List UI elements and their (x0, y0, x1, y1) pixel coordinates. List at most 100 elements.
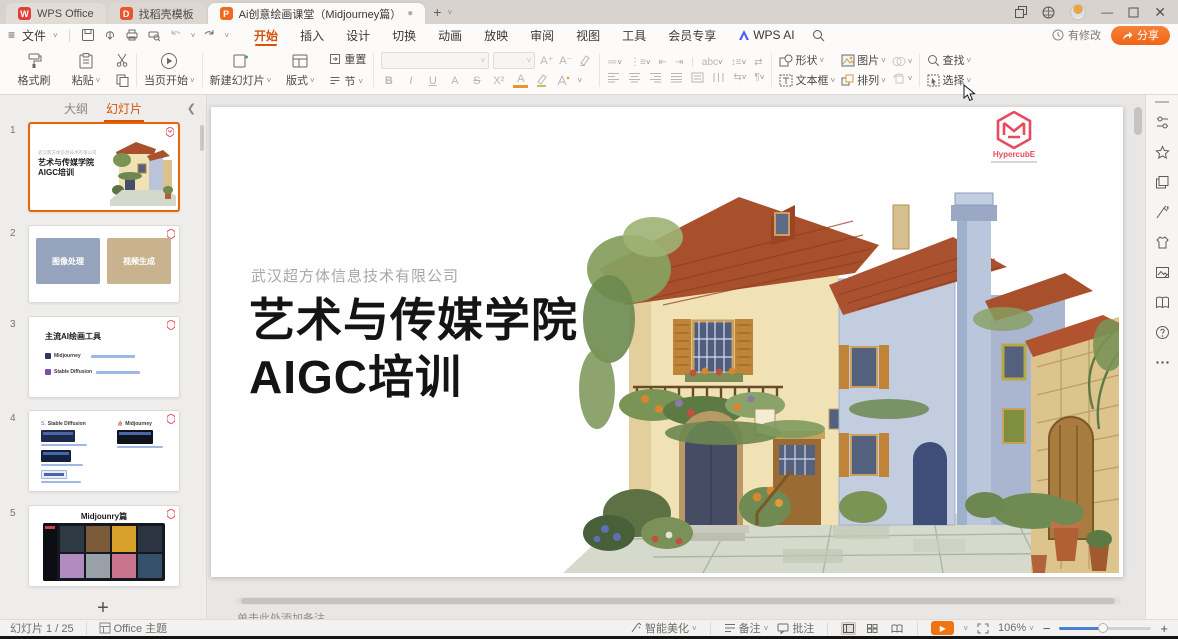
tab-wps-office[interactable]: W WPS Office (6, 3, 106, 24)
share-button[interactable]: 分享 (1111, 26, 1170, 45)
file-menu[interactable]: 文件 (22, 27, 46, 44)
minimize-button[interactable]: — (1101, 6, 1113, 18)
tab-insert[interactable]: 插入 (289, 24, 335, 46)
tab-member[interactable]: 会员专享 (657, 24, 727, 46)
paragraph-settings-icon[interactable]: ¶˅ (754, 72, 764, 83)
smart-beautify-icon[interactable] (1146, 197, 1178, 227)
save-icon[interactable] (81, 28, 96, 43)
columns-icon[interactable] (712, 72, 725, 83)
notes-button[interactable]: 备注˅ (724, 620, 769, 636)
increase-font-icon[interactable]: A⁺ (539, 54, 554, 67)
merge-shapes-icon[interactable]: ˅ (892, 55, 913, 68)
smart-beautify-button[interactable]: 智能美化˅ (630, 620, 697, 636)
object-properties-icon[interactable] (1146, 107, 1178, 137)
picture-button[interactable]: 图片˅ (841, 52, 886, 68)
arrange-button[interactable]: 排列˅ (841, 72, 886, 88)
slide-sorter-view-button[interactable] (865, 622, 880, 635)
increase-indent-icon[interactable]: ⇥ (675, 57, 683, 68)
print-icon[interactable] (125, 28, 140, 43)
paste-button[interactable]: 粘贴˅ (63, 49, 109, 91)
play-options-chevron-icon[interactable]: ˅ (963, 624, 968, 633)
line-spacing-icon[interactable]: ↕≡˅ (731, 57, 747, 68)
more-options-icon[interactable] (1146, 347, 1178, 377)
material-library-icon[interactable] (1146, 227, 1178, 257)
find-button[interactable]: 查找˅ (927, 52, 971, 68)
file-menu-chevron-icon[interactable]: ˅ (53, 31, 58, 40)
zoom-in-button[interactable]: + (1160, 621, 1168, 636)
redo-icon[interactable] (202, 28, 217, 43)
strikethrough-button[interactable]: S (469, 75, 484, 87)
export-icon[interactable] (103, 28, 118, 43)
tab-home[interactable]: 开始 (243, 24, 289, 46)
user-avatar[interactable] (1070, 4, 1086, 20)
search-icon[interactable] (812, 29, 825, 42)
rotate-icon[interactable]: ˅ (892, 72, 913, 85)
slides-tab[interactable]: 幻灯片 (106, 100, 142, 117)
italic-button[interactable]: I (403, 75, 418, 87)
undo-icon[interactable] (169, 28, 184, 43)
vertical-scrollbar-thumb[interactable] (1134, 107, 1142, 135)
decrease-indent-icon[interactable]: ⇤ (659, 57, 667, 68)
slide-thumbnail-4[interactable]: S.Stable Diffusion ⛵Midjourney (28, 410, 180, 492)
panel-scrollbar-thumb[interactable] (200, 125, 204, 151)
align-left-icon[interactable] (607, 72, 620, 83)
tab-list-chevron-icon[interactable]: ˅ (447, 8, 452, 17)
tab-tools[interactable]: 工具 (611, 24, 657, 46)
highlight-color-icon[interactable] (535, 74, 549, 87)
comments-button[interactable]: 批注 (777, 620, 814, 636)
horizontal-scrollbar-thumb[interactable] (241, 598, 1115, 604)
align-right-icon[interactable] (649, 72, 662, 83)
paragraph-mark-icon[interactable]: ⇄ (754, 57, 762, 68)
tab-transition[interactable]: 切换 (381, 24, 427, 46)
layout-button[interactable]: 版式˅ (277, 49, 323, 91)
font-size-select[interactable]: ˅ (493, 52, 535, 69)
horizontal-scrollbar[interactable] (235, 597, 1121, 605)
zoom-slider[interactable] (1059, 627, 1151, 630)
multi-window-icon[interactable] (1015, 6, 1027, 18)
outline-tab[interactable]: 大纲 (64, 100, 88, 117)
tab-animation[interactable]: 动画 (427, 24, 473, 46)
char-border-button[interactable]: A (447, 75, 462, 87)
new-slide-button[interactable]: 新建幻灯片˅ (210, 49, 272, 91)
cut-icon[interactable] (115, 53, 129, 67)
format-painter-button[interactable]: 格式刷 (11, 49, 57, 91)
numbering-icon[interactable]: ⋮≡˅ (630, 57, 651, 68)
theme-indicator[interactable]: Office 主题 (99, 620, 168, 636)
tab-current-document[interactable]: P Ai创意绘画课堂（Midjourney篇） ● (208, 3, 426, 24)
shape-library-icon[interactable] (1146, 167, 1178, 197)
theme-globe-icon[interactable] (1042, 6, 1055, 19)
text-effects-icon[interactable] (556, 74, 570, 87)
print-preview-icon[interactable] (147, 28, 162, 43)
distribute-icon[interactable] (691, 72, 704, 83)
slide-company-text[interactable]: 武汉超方体信息技术有限公司 (251, 265, 459, 286)
bold-button[interactable]: B (381, 75, 396, 87)
clear-format-icon[interactable] (577, 54, 592, 67)
text-direction-icon[interactable]: abc˅ (702, 57, 723, 68)
zoom-out-button[interactable]: − (1043, 621, 1051, 636)
section-button[interactable]: 节˅ (329, 73, 366, 89)
help-icon[interactable] (1146, 317, 1178, 347)
align-center-icon[interactable] (628, 72, 641, 83)
add-slide-button[interactable]: + (0, 597, 206, 620)
hamburger-icon[interactable]: ≡ (8, 28, 15, 42)
tab-view[interactable]: 视图 (565, 24, 611, 46)
slide-thumbnail-3[interactable]: 主流AI绘画工具 Midjourney Stable Diffusion (28, 316, 180, 398)
slide-title-text[interactable]: 艺术与传媒学院 AIGC培训 (249, 292, 578, 406)
slide-thumbnail-1[interactable]: 武汉超方体信息技术有限公司 艺术与传媒学院 AIGC培训 (28, 122, 180, 212)
bullets-icon[interactable]: ≔˅ (607, 57, 622, 68)
rail-scrollbar-thumb[interactable] (1155, 101, 1169, 103)
new-tab-button[interactable]: + (433, 4, 441, 20)
underline-button[interactable]: U (425, 75, 440, 87)
copy-icon[interactable] (115, 73, 129, 87)
modified-status[interactable]: 有修改 (1052, 27, 1101, 43)
tab-design[interactable]: 设计 (335, 24, 381, 46)
font-family-select[interactable]: ˅ (381, 52, 489, 69)
fit-slide-button[interactable] (977, 623, 989, 634)
undo-chevron-icon[interactable]: ˅ (191, 31, 196, 40)
notebook-icon[interactable] (1146, 287, 1178, 317)
slide-thumbnail-2[interactable]: 图像处理 视频生成 (28, 225, 180, 303)
image-edit-icon[interactable] (1146, 257, 1178, 287)
justify-icon[interactable] (670, 72, 683, 83)
reset-button[interactable]: 重置 (329, 51, 366, 67)
tab-review[interactable]: 审阅 (519, 24, 565, 46)
